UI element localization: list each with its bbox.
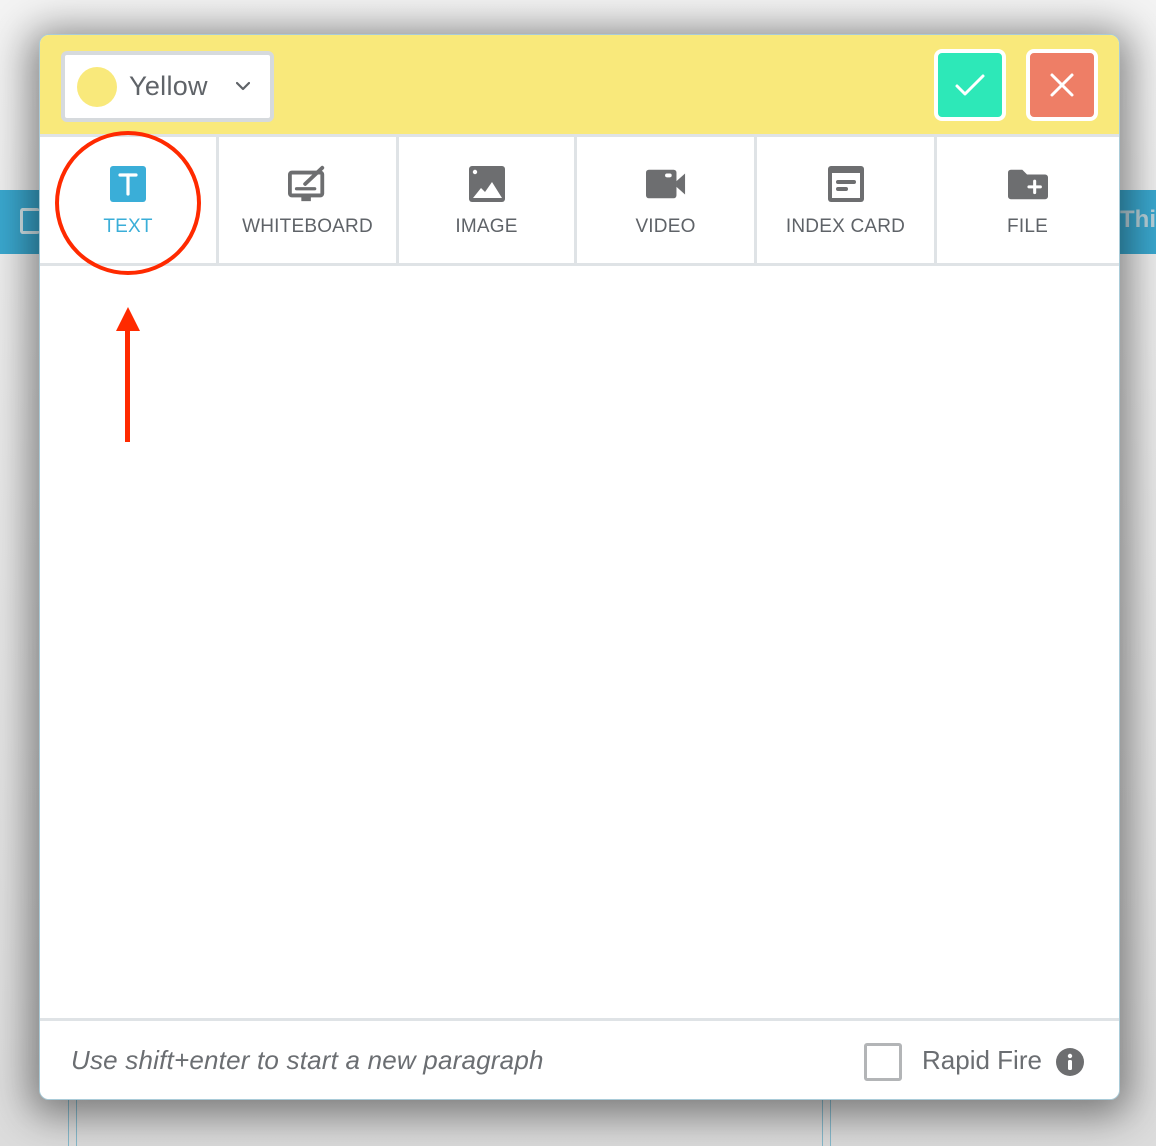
tab-index-card[interactable]: INDEX CARD <box>757 137 937 263</box>
tab-label: FILE <box>1007 216 1048 237</box>
folder-plus-icon <box>1007 164 1048 204</box>
background-title-text: Thi <box>1120 206 1156 233</box>
confirm-button[interactable] <box>934 49 1006 121</box>
tab-video[interactable]: VIDEO <box>577 137 757 263</box>
background-divider <box>830 1098 831 1146</box>
close-icon <box>1050 73 1074 97</box>
background-divider <box>76 1098 77 1146</box>
tab-image[interactable]: IMAGE <box>399 137 577 263</box>
modal-footer: Use shift+enter to start a new paragraph… <box>40 1018 1119 1099</box>
chevron-down-icon <box>236 81 250 91</box>
cancel-button[interactable] <box>1026 49 1098 121</box>
rapid-fire-label[interactable]: Rapid Fire <box>922 1045 1042 1076</box>
text-editor-area[interactable] <box>40 266 1119 1018</box>
background-divider <box>822 1098 823 1146</box>
add-card-modal: Yellow TEXT WHITEBOARD IMAGE VIDEO INDEX… <box>39 34 1120 1100</box>
shift-enter-hint: Use shift+enter to start a new paragraph <box>71 1045 544 1075</box>
modal-header: Yellow <box>40 35 1119 137</box>
tab-whiteboard[interactable]: WHITEBOARD <box>219 137 399 263</box>
tab-label: TEXT <box>103 216 153 237</box>
index-card-icon <box>826 164 866 204</box>
color-swatch <box>77 66 117 107</box>
background-divider <box>68 1098 69 1146</box>
check-icon <box>955 74 985 96</box>
color-select-dropdown[interactable]: Yellow <box>61 51 274 122</box>
tab-label: IMAGE <box>455 216 518 237</box>
info-icon[interactable] <box>1056 1048 1084 1076</box>
edit-icon <box>20 208 40 234</box>
whiteboard-icon <box>287 164 328 204</box>
text-icon <box>108 164 148 204</box>
image-icon <box>467 164 507 204</box>
rapid-fire-checkbox[interactable] <box>864 1043 902 1081</box>
tab-label: VIDEO <box>635 216 696 237</box>
tab-label: INDEX CARD <box>785 216 906 237</box>
video-camera-icon <box>645 164 686 204</box>
tab-label: WHITEBOARD <box>242 216 373 237</box>
tab-file[interactable]: FILE <box>937 137 1118 263</box>
color-select-label: Yellow <box>129 71 208 101</box>
tab-text[interactable]: TEXT <box>40 137 219 263</box>
card-type-tabs: TEXT WHITEBOARD IMAGE VIDEO INDEX CARD F… <box>40 137 1119 266</box>
